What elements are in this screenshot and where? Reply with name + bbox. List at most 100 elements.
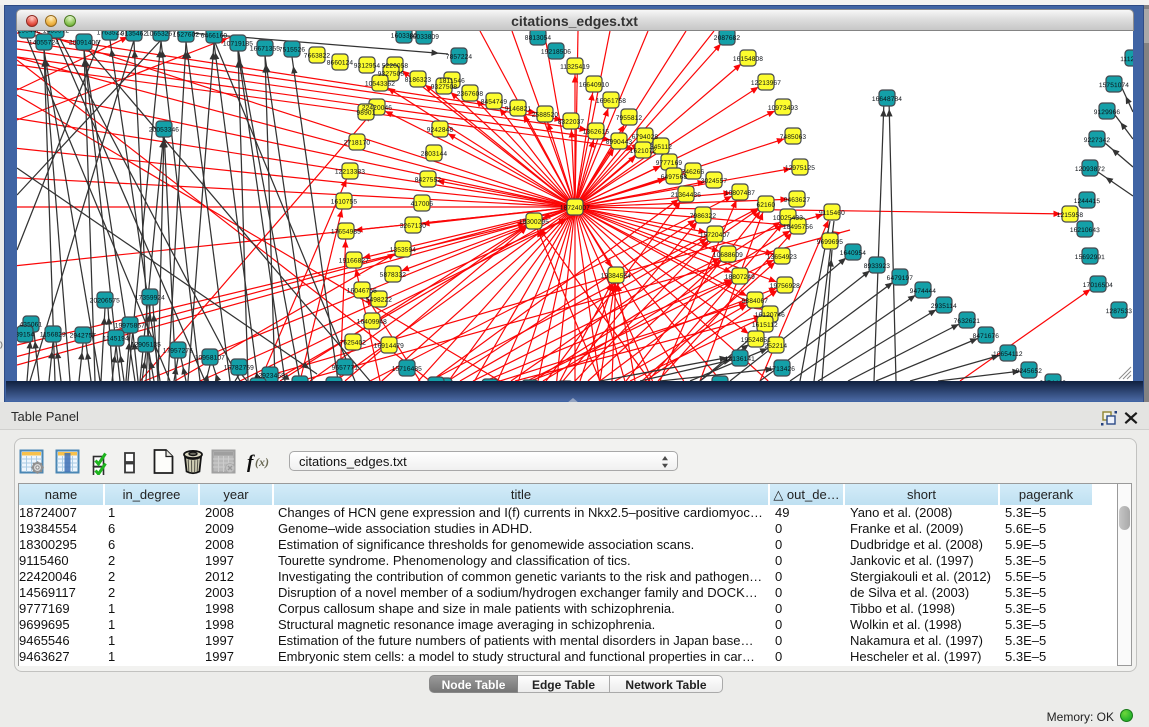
- svg-text:1527602: 1527602: [173, 32, 200, 39]
- svg-text:16409948: 16409948: [357, 319, 387, 326]
- svg-text:1353594: 1353594: [390, 247, 417, 254]
- svg-text:9115460: 9115460: [819, 210, 845, 217]
- svg-text:9312954: 9312954: [354, 63, 381, 70]
- svg-text:7955812: 7955812: [616, 115, 643, 122]
- svg-text:2718170: 2718170: [344, 140, 371, 147]
- svg-text:5226058: 5226058: [382, 63, 409, 70]
- svg-text:12975125: 12975125: [785, 165, 815, 172]
- svg-text:3024557: 3024557: [701, 178, 728, 185]
- svg-text:9146821: 9146821: [505, 106, 532, 113]
- svg-text:10688609: 10688609: [713, 252, 743, 259]
- svg-text:12923468: 12923468: [255, 373, 285, 380]
- svg-text:6466160: 6466160: [201, 33, 228, 40]
- svg-text:19384554: 19384554: [601, 273, 631, 280]
- svg-text:16154808: 16154808: [733, 56, 763, 63]
- svg-text:9135462: 9135462: [121, 31, 148, 38]
- svg-text:7485063: 7485063: [780, 134, 807, 141]
- svg-text:435061: 435061: [20, 322, 43, 329]
- svg-text:5878332: 5878332: [380, 272, 407, 279]
- svg-text:9327508: 9327508: [431, 84, 458, 91]
- svg-text:39154: 39154: [17, 331, 34, 338]
- svg-text:8813054: 8813054: [525, 35, 552, 42]
- svg-text:9327505: 9327505: [378, 71, 405, 78]
- svg-text:10654112: 10654112: [993, 351, 1023, 358]
- svg-text:1713426: 1713426: [769, 366, 796, 373]
- svg-text:1112856: 1112856: [1120, 56, 1133, 63]
- svg-text:18724007: 18724007: [560, 205, 590, 212]
- svg-text:20053346: 20053346: [149, 127, 179, 134]
- svg-text:10807487: 10807487: [725, 190, 755, 197]
- svg-text:15720407: 15720407: [700, 232, 730, 239]
- svg-text:1215958: 1215958: [1057, 212, 1084, 219]
- svg-text:18300295: 18300295: [519, 219, 549, 226]
- svg-text:18495756: 18495756: [783, 224, 813, 231]
- svg-text:12093872: 12093872: [1075, 166, 1105, 173]
- svg-text:8471676: 8471676: [973, 333, 1000, 340]
- svg-text:12905135: 12905135: [131, 342, 161, 349]
- svg-text:16210643: 16210643: [1070, 227, 1100, 234]
- svg-text:7515526: 7515526: [279, 47, 306, 54]
- svg-text:16120746: 16120746: [755, 312, 785, 319]
- svg-text:15751074: 15751074: [1099, 82, 1129, 89]
- svg-text:7663822: 7663822: [304, 53, 331, 60]
- svg-text:19166827: 19166827: [339, 258, 369, 265]
- svg-text:9657771: 9657771: [332, 365, 359, 372]
- svg-text:3267130: 3267130: [400, 223, 427, 230]
- svg-text:7632621: 7632621: [954, 318, 981, 325]
- svg-text:1362615: 1362615: [583, 129, 610, 136]
- svg-text:2367608: 2367608: [457, 91, 484, 98]
- svg-text:15716485: 15716485: [392, 366, 422, 373]
- svg-text:10025433: 10025433: [773, 215, 803, 222]
- svg-text:1405572: 1405572: [43, 31, 70, 35]
- svg-text:16782759: 16782759: [224, 365, 254, 372]
- svg-text:7857224: 7857224: [446, 54, 473, 61]
- svg-text:10958107: 10958107: [195, 355, 225, 362]
- svg-text:20091406: 20091406: [69, 40, 99, 47]
- svg-text:14136141: 14136141: [725, 356, 755, 363]
- svg-text:1640954: 1640954: [840, 250, 867, 257]
- svg-text:16671355: 16671355: [250, 46, 280, 53]
- svg-text:2942757: 2942757: [70, 333, 97, 340]
- svg-text:98901: 98901: [357, 110, 376, 117]
- svg-text:746266: 746266: [682, 169, 705, 176]
- svg-text:13654923: 13654923: [767, 254, 797, 261]
- svg-text:8322037: 8322037: [558, 119, 585, 126]
- svg-text:8427552: 8427552: [415, 177, 442, 184]
- svg-text:21364436: 21364436: [671, 192, 701, 199]
- svg-text:345112: 345112: [650, 144, 672, 151]
- svg-text:16961758: 16961758: [596, 98, 626, 105]
- svg-text:2588520: 2588520: [532, 112, 559, 119]
- svg-text:2935114: 2935114: [931, 303, 957, 310]
- svg-text:6479197: 6479197: [887, 275, 914, 282]
- svg-text:(x): (x): [255, 455, 269, 469]
- svg-text:10653267: 10653267: [146, 31, 176, 38]
- svg-text:1610755: 1610755: [331, 199, 358, 206]
- svg-text:16033809: 16033809: [409, 34, 439, 41]
- svg-text:16046755: 16046755: [347, 288, 377, 295]
- svg-text:12213383: 12213383: [335, 169, 365, 176]
- svg-text:9242848: 9242848: [427, 127, 454, 134]
- svg-text:16640910: 16640910: [579, 82, 609, 89]
- svg-text:11325419: 11325419: [560, 64, 590, 71]
- svg-text:8990443: 8990443: [606, 139, 633, 146]
- svg-text:17654985: 17654985: [331, 229, 361, 236]
- svg-text:9245652: 9245652: [1016, 368, 1043, 375]
- svg-text:9884067: 9884067: [742, 298, 769, 305]
- svg-text:14055724: 14055724: [29, 40, 59, 47]
- svg-text:8660124: 8660124: [327, 60, 354, 67]
- svg-text:1244415: 1244415: [1074, 198, 1101, 205]
- svg-text:10543362: 10543362: [365, 81, 395, 88]
- svg-text:8186323: 8186323: [405, 77, 432, 84]
- svg-text:1145194: 1145194: [103, 336, 129, 343]
- svg-text:7625402: 7625402: [340, 340, 367, 347]
- svg-text:62160: 62160: [756, 202, 775, 209]
- svg-text:1615112: 1615112: [752, 322, 778, 329]
- svg-text:18807249: 18807249: [725, 274, 755, 281]
- svg-text:1763522: 1763522: [97, 31, 124, 37]
- svg-text:10719185: 10719185: [223, 41, 253, 48]
- svg-text:417006: 417006: [411, 201, 434, 208]
- svg-text:19756928: 19756928: [770, 283, 800, 290]
- svg-text:16648784: 16648784: [872, 96, 902, 103]
- svg-text:17359924: 17359924: [135, 295, 165, 302]
- svg-text:19218506: 19218506: [541, 49, 571, 56]
